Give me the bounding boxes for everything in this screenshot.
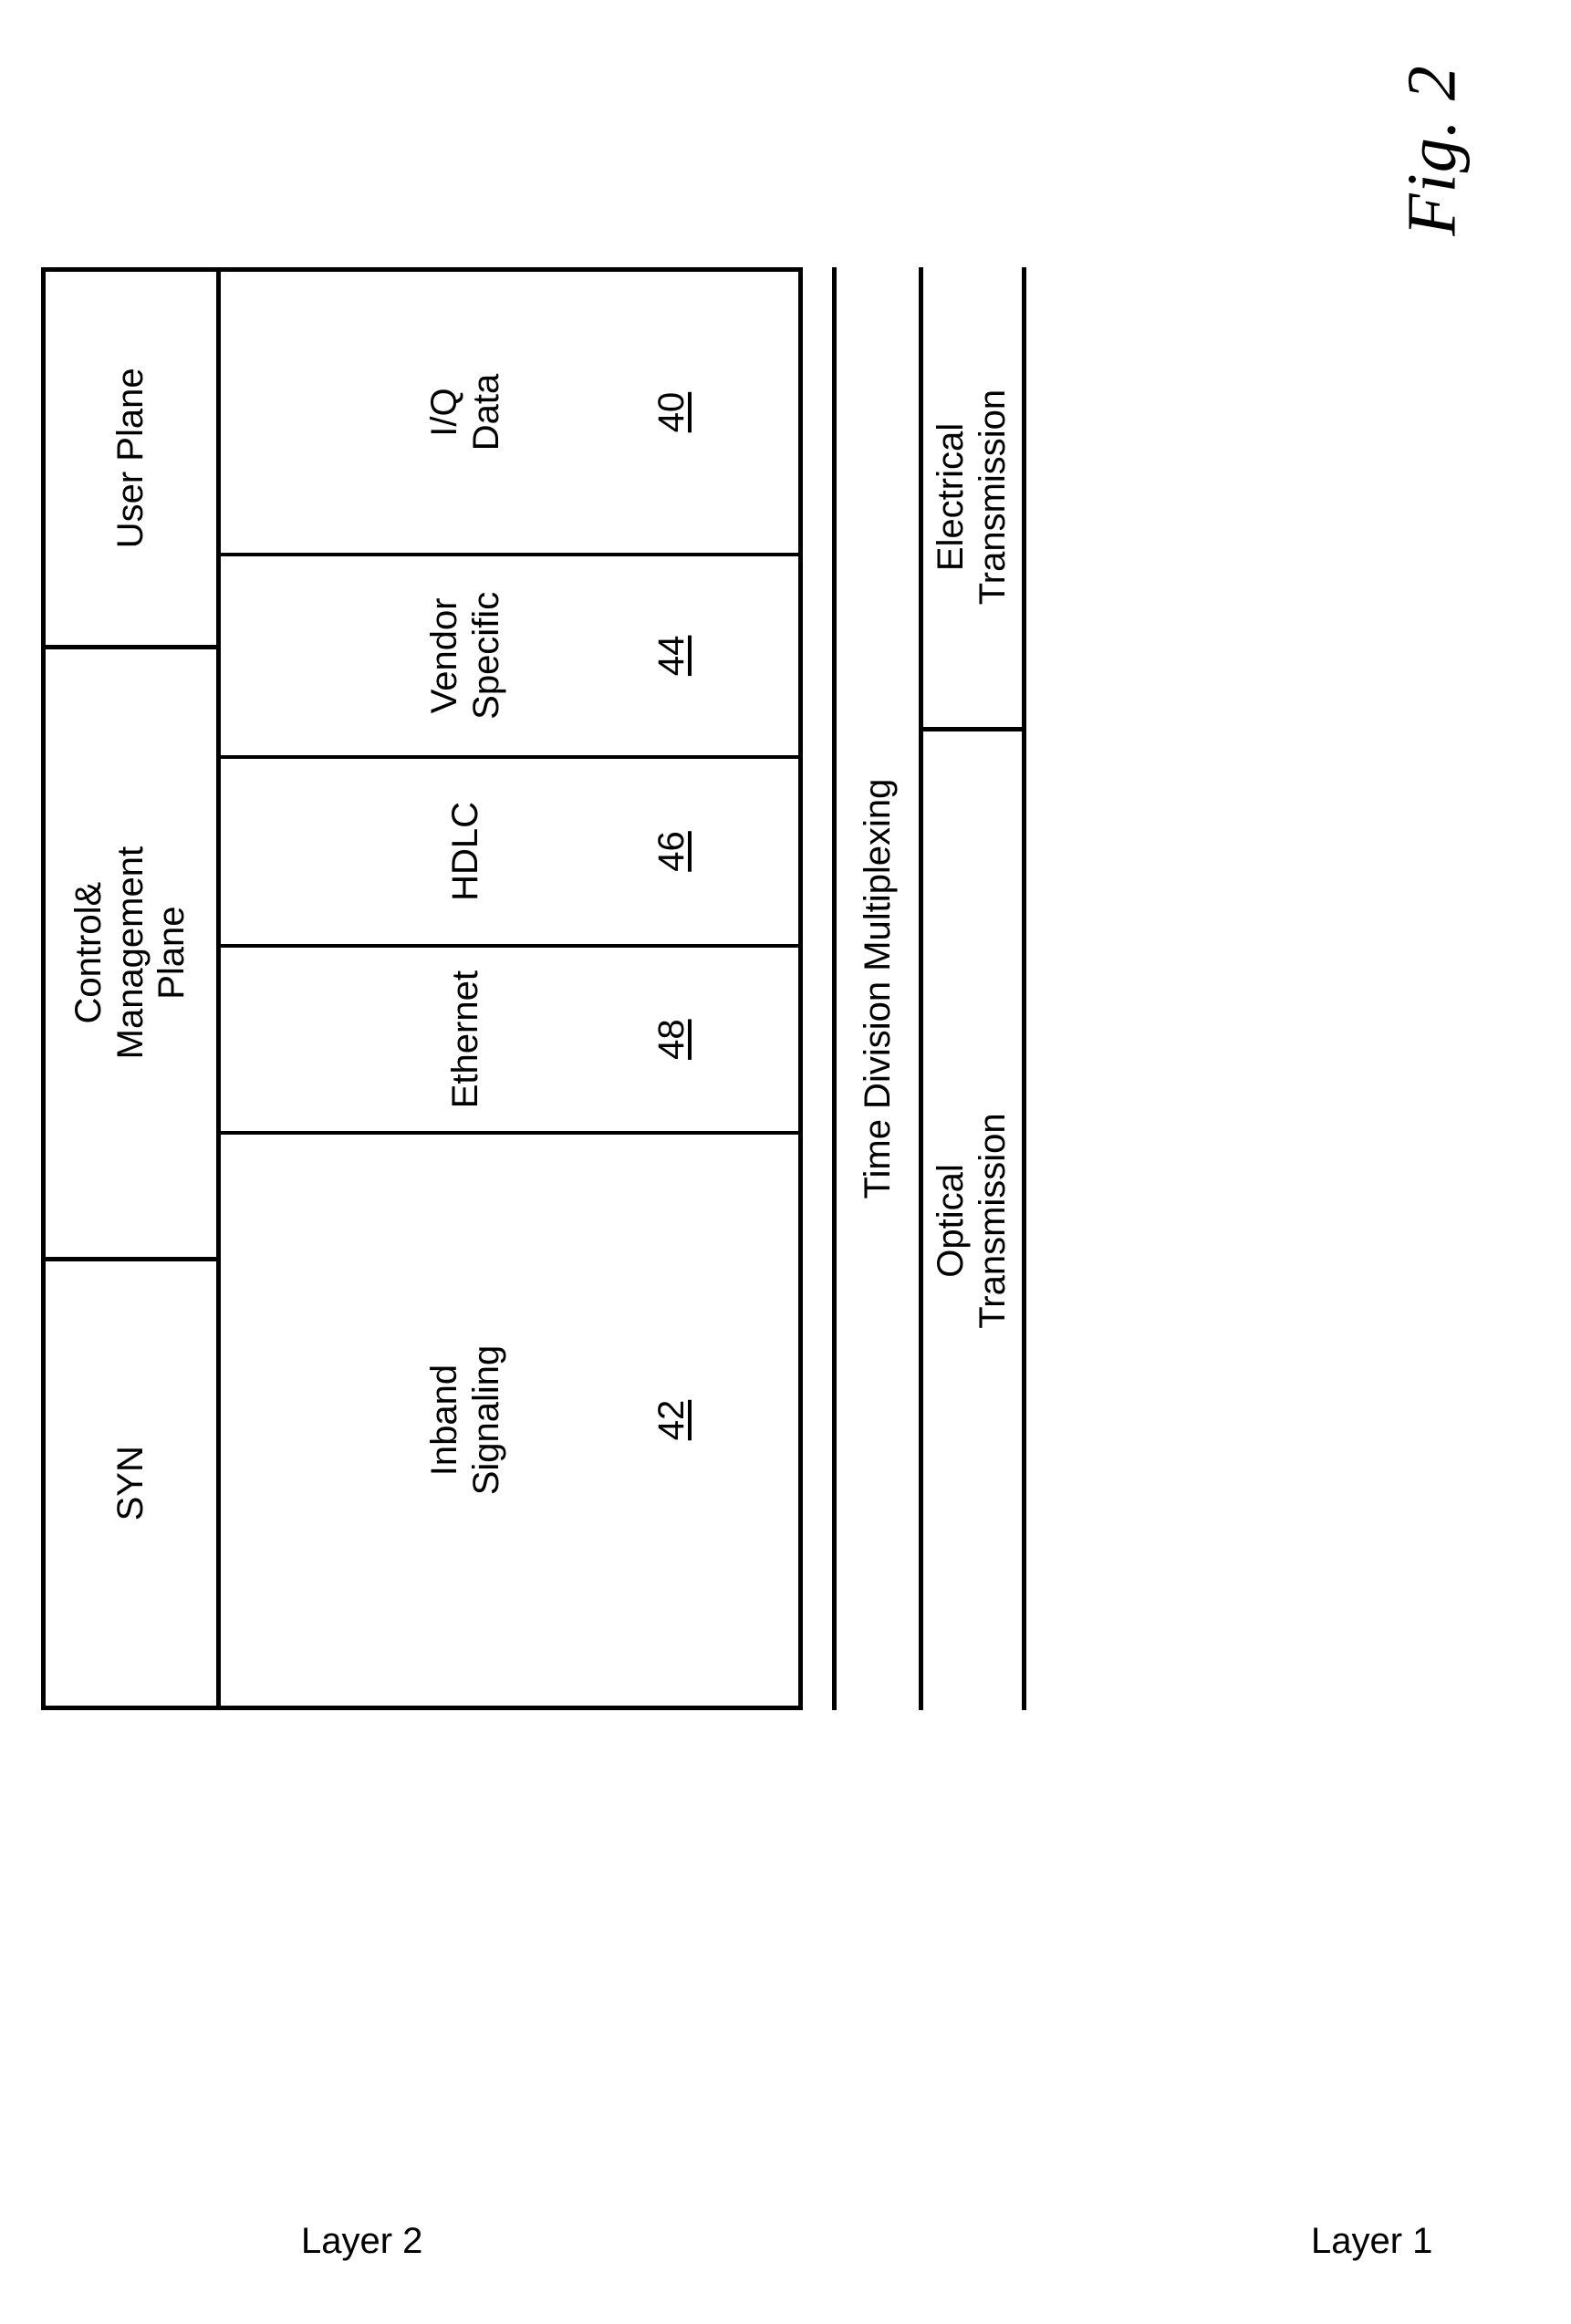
protocol-row: Inband Signaling 42 Ethernet 48 HDLC 46 … bbox=[221, 272, 798, 1706]
protocol-label-iq-data: I/Q Data bbox=[423, 373, 506, 451]
figure-label: Fig. 2 bbox=[1295, 36, 1569, 265]
protocol-stack-diagram: SYN Control& Management Plane User Plane… bbox=[41, 267, 1026, 1710]
figure-label-text: Fig. 2 bbox=[1393, 65, 1471, 236]
time-division-multiplexing-label: Time Division Multiplexing bbox=[857, 778, 898, 1199]
layer2-block: SYN Control& Management Plane User Plane… bbox=[41, 267, 803, 1710]
protocol-cell-inband-signaling: Inband Signaling 42 bbox=[221, 1131, 798, 1706]
transmission-cell-electrical: Electrical Transmission bbox=[923, 267, 1022, 727]
layer1-caption: Layer 1 bbox=[1311, 2221, 1433, 2261]
protocol-label-vendor-specific: Vendor Specific bbox=[423, 591, 506, 720]
transmission-cell-optical: Optical Transmission bbox=[923, 727, 1022, 1710]
protocol-label-inband-signaling: Inband Signaling bbox=[423, 1344, 506, 1496]
protocol-label-ethernet: Ethernet bbox=[444, 970, 485, 1109]
plane-label-syn: SYN bbox=[109, 1446, 151, 1521]
protocol-cell-vendor-specific: Vendor Specific 44 bbox=[221, 553, 798, 755]
plane-cell-syn: SYN bbox=[46, 1256, 216, 1706]
protocol-label-hdlc: HDLC bbox=[444, 802, 485, 901]
layer2-caption: Layer 2 bbox=[301, 2221, 423, 2261]
time-division-multiplexing-cell: Time Division Multiplexing bbox=[832, 267, 923, 1710]
reference-numeral-46: 46 bbox=[651, 831, 692, 872]
layer1-block: Time Division Multiplexing Optical Trans… bbox=[832, 267, 1026, 1710]
reference-numeral-48: 48 bbox=[651, 1019, 692, 1060]
protocol-cell-hdlc: HDLC 46 bbox=[221, 754, 798, 945]
plane-cell-user-plane: User Plane bbox=[46, 272, 216, 645]
transmission-label-optical: Optical Transmission bbox=[931, 1113, 1013, 1329]
transmission-label-electrical: Electrical Transmission bbox=[931, 389, 1013, 606]
plane-row: SYN Control& Management Plane User Plane bbox=[46, 272, 221, 1706]
transmission-row: Optical Transmission Electrical Transmis… bbox=[923, 267, 1026, 1710]
reference-numeral-44: 44 bbox=[651, 635, 692, 677]
protocol-cell-iq-data: I/Q Data 40 bbox=[221, 272, 798, 553]
reference-numeral-42: 42 bbox=[651, 1399, 692, 1441]
plane-label-control-management: Control& Management Plane bbox=[68, 846, 192, 1060]
reference-numeral-40: 40 bbox=[651, 391, 692, 433]
plane-label-user-plane: User Plane bbox=[109, 368, 151, 549]
protocol-cell-ethernet: Ethernet 48 bbox=[221, 944, 798, 1132]
plane-cell-control-management: Control& Management Plane bbox=[46, 644, 216, 1257]
